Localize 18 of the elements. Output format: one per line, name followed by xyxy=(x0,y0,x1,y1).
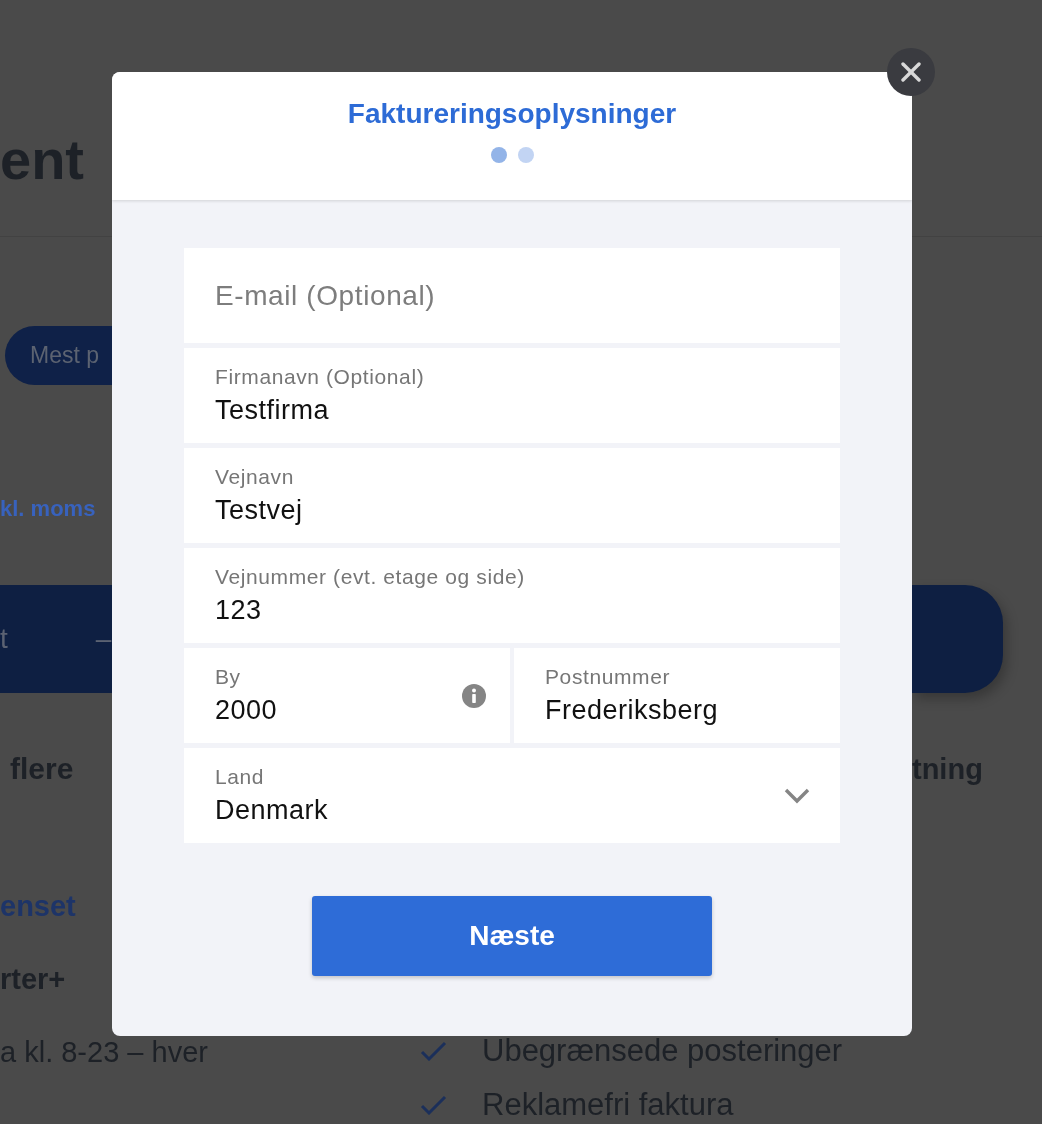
chevron-down-icon xyxy=(784,787,810,804)
check-icon xyxy=(420,1095,447,1115)
text-field[interactable]: Firmanavn (Optional) Testfirma xyxy=(184,348,840,443)
text-field[interactable]: Vejnummer (evt. etage og side) 123 xyxy=(184,548,840,643)
text-field[interactable]: Vejnavn Testvej xyxy=(184,448,840,543)
info-icon[interactable] xyxy=(462,683,486,708)
check-icon xyxy=(420,1041,447,1061)
banner-label: t xyxy=(0,622,8,656)
close-icon xyxy=(901,62,921,82)
dropdown-field[interactable]: Land Denmark xyxy=(184,748,840,843)
text-field[interactable]: E-mail (Optional) xyxy=(184,248,840,343)
close-button[interactable] xyxy=(887,48,935,96)
text-field[interactable]: By 2000 xyxy=(184,648,510,743)
next-button[interactable]: Næste xyxy=(312,896,712,976)
banner-separator: – xyxy=(95,622,112,656)
text-field[interactable]: Postnummer Frederiksberg xyxy=(514,648,840,743)
price-note: kl. moms xyxy=(0,496,96,522)
dialog-title: Faktureringsoplysninger xyxy=(347,98,677,130)
